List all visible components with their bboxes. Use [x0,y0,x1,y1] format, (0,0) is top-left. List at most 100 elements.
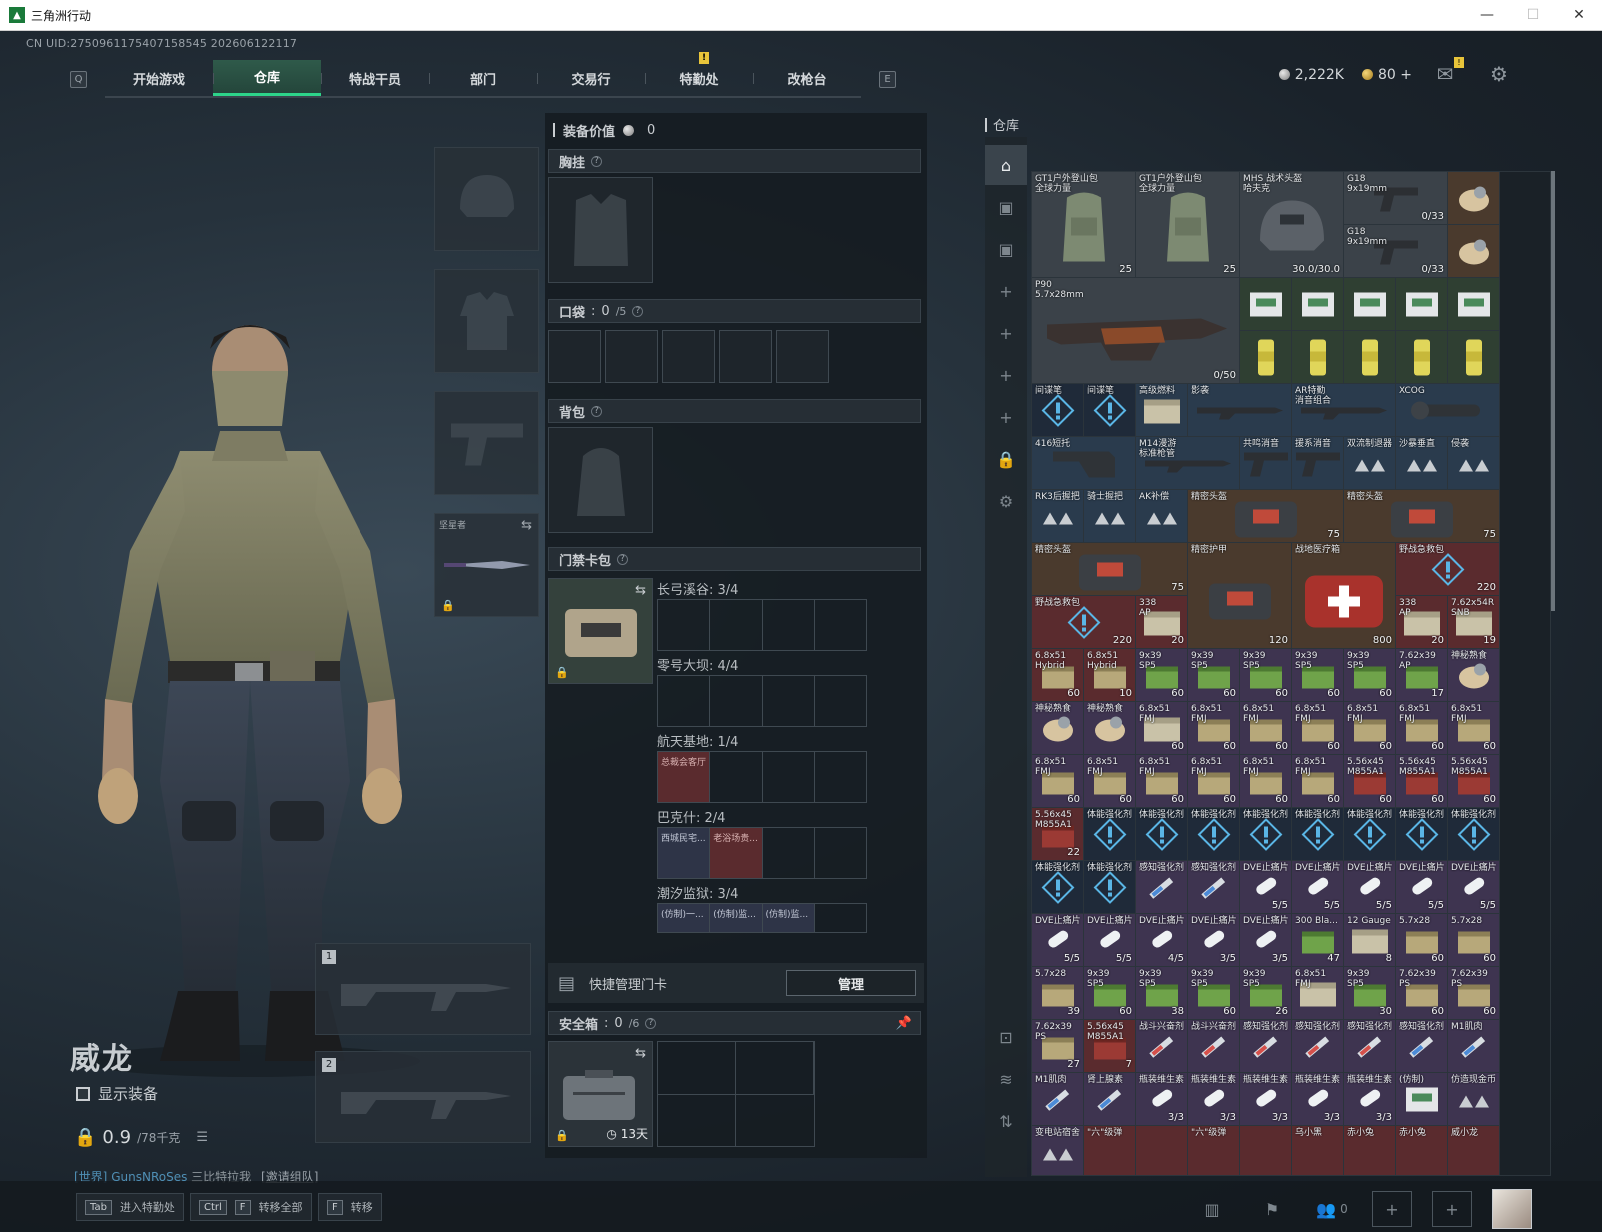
safebox-cell[interactable] [736,1095,814,1147]
manage-button[interactable]: 管理 [786,970,916,996]
flag-icon[interactable]: ⚑ [1252,1191,1292,1227]
keycard-cell[interactable] [763,752,815,802]
storage-item[interactable]: 300 Bla... 47 [1292,914,1344,967]
storage-item[interactable]: DVE止痛片 5/5 [1344,861,1396,914]
storage-item[interactable]: (仿制) [1396,1073,1448,1126]
storage-item[interactable]: 感知强化剂 [1396,1020,1448,1073]
keycard-cell[interactable] [815,600,866,650]
add-storage-tab-icon[interactable]: + [985,313,1027,353]
storage-tab-icon[interactable]: ▣ [985,187,1027,227]
friends-icon[interactable]: 👥 0 [1312,1191,1352,1227]
keycard-cell[interactable]: 总裁会客厅 [658,752,711,802]
storage-item[interactable] [1240,331,1292,384]
show-equipment-checkbox[interactable] [76,1086,90,1101]
storage-home-icon[interactable]: ⌂ [985,145,1027,185]
storage-item[interactable]: 7.62x39 PS 27 [1032,1020,1084,1073]
weight-details-icon[interactable]: ☰ [196,1130,208,1145]
storage-item[interactable]: 338 AP 20 [1396,596,1448,649]
storage-item[interactable]: 体能强化剂 [1032,861,1084,914]
storage-item[interactable]: 7.62x39 PS 60 [1448,967,1500,1020]
storage-item[interactable]: 瓶装维生素 3/3 [1344,1073,1396,1126]
storage-item[interactable]: 6.8x51 FMJ 60 [1084,755,1136,808]
pocket-slot[interactable] [662,330,715,383]
keycard-cell[interactable] [815,904,866,932]
storage-item[interactable]: 9x39 SP5 60 [1188,649,1240,702]
storage-item[interactable]: 6.8x51 FMJ 60 [1396,702,1448,755]
storage-item[interactable]: 6.8x51 FMJ 60 [1448,702,1500,755]
storage-item[interactable]: DVE止痛片 4/5 [1136,914,1188,967]
storage-item[interactable]: 6.8x51 FMJ 60 [1136,702,1188,755]
storage-item[interactable]: DVE止痛片 5/5 [1396,861,1448,914]
keycard-cell[interactable] [763,828,815,878]
storage-lock-icon[interactable]: 🔒 [985,439,1027,479]
storage-item[interactable]: 5.56x45 M855A1 60 [1396,755,1448,808]
storage-item[interactable]: 威小龙 [1448,1126,1500,1175]
storage-item[interactable]: 9x39 SP5 60 [1240,649,1292,702]
storage-tab-icon[interactable]: ▣ [985,229,1027,269]
storage-item[interactable]: 共鸣消音 [1240,437,1292,490]
storage-item[interactable]: 感知强化剂 [1136,861,1188,914]
keycard-cell[interactable] [763,600,815,650]
storage-item[interactable] [1240,1126,1292,1175]
keycard-cell[interactable]: 老浴场贵... [710,828,763,878]
storage-item[interactable] [1136,1126,1188,1175]
tab-department[interactable]: 部门 [429,60,537,96]
storage-item[interactable]: DVE止痛片 5/5 [1032,914,1084,967]
keycard-bag-slot[interactable]: ⇆ 🔒 [548,578,653,684]
keycard-cell[interactable]: (仿制)监... [710,904,763,932]
storage-item[interactable]: M1肌肉 [1032,1073,1084,1126]
keycard-cell[interactable] [763,676,815,726]
settings-gear-icon[interactable]: ⚙ [1486,61,1512,87]
storage-item[interactable]: 9x39 SP5 30 [1344,967,1396,1020]
storage-item[interactable]: 精密头盔 75 [1344,490,1500,543]
storage-item[interactable] [1292,278,1344,331]
melee-slot[interactable]: 坚星者 ⇆ 🔒 [434,513,539,617]
storage-item[interactable]: 9x39 SP5 38 [1136,967,1188,1020]
storage-item[interactable]: 援系消音 [1292,437,1344,490]
storage-item[interactable]: 5.7x28 60 [1448,914,1500,967]
storage-item[interactable] [1344,278,1396,331]
storage-item[interactable] [1448,331,1500,384]
enter-special-ops-hint[interactable]: Tab 进入特勤处 [76,1193,184,1221]
nav-next-key[interactable]: E [879,70,896,88]
player-avatar[interactable] [1492,1189,1532,1229]
storage-item[interactable]: 体能强化剂 [1396,808,1448,861]
safebox-slot[interactable]: ⇆ 🔒 ◷ 13天 [548,1041,653,1147]
storage-item[interactable]: 精密头盔 75 [1188,490,1344,543]
storage-item[interactable]: 9x39 SP5 60 [1084,967,1136,1020]
keycard-cell[interactable] [815,828,866,878]
keycard-cell[interactable] [658,676,711,726]
sort-icon[interactable]: ⇅ [985,1101,1027,1141]
storage-item[interactable]: 感知强化剂 [1292,1020,1344,1073]
keycard-grid[interactable]: 总裁会客厅 [657,751,867,803]
storage-item[interactable]: 赤小兔 [1344,1126,1396,1175]
storage-item[interactable]: 5.56x45 M855A1 22 [1032,808,1084,861]
keycard-cell[interactable] [815,752,866,802]
storage-item[interactable]: 体能强化剂 [1448,808,1500,861]
storage-item[interactable]: 5.56x45 M855A1 60 [1448,755,1500,808]
storage-item[interactable]: 9x39 SP5 60 [1344,649,1396,702]
storage-item[interactable]: 瓶装维生素 3/3 [1292,1073,1344,1126]
storage-item[interactable]: 赤小兔 [1396,1126,1448,1175]
keycard-grid[interactable]: (仿制)一... (仿制)监... (仿制)监... [657,903,867,933]
pistol-slot[interactable] [434,391,539,495]
storage-item[interactable]: 间谍笔 [1084,384,1136,437]
storage-item[interactable]: 体能强化剂 [1136,808,1188,861]
storage-settings-gear-icon[interactable]: ⚙ [985,481,1027,521]
storage-item[interactable]: 侵袭 [1448,437,1500,490]
storage-item[interactable]: 感知强化剂 [1344,1020,1396,1073]
storage-item[interactable]: 6.8x51 FMJ 60 [1240,755,1292,808]
storage-item[interactable]: 5.7x28 39 [1032,967,1084,1020]
storage-item[interactable]: 神秘熟食 [1448,649,1500,702]
storage-item[interactable]: GT1户外登山包 全球力量 25 [1032,172,1136,278]
minimize-button[interactable]: — [1464,0,1510,30]
storage-item[interactable] [1396,278,1448,331]
storage-item[interactable]: 双流制退器 [1344,437,1396,490]
storage-item[interactable]: 精密头盔 75 [1032,543,1188,596]
storage-item[interactable]: 5.7x28 60 [1396,914,1448,967]
storage-item[interactable]: 416短托 [1032,437,1136,490]
storage-item[interactable] [1448,225,1500,278]
add-storage-tab-icon[interactable]: + [985,355,1027,395]
keycard-cell[interactable]: (仿制)监... [762,904,815,932]
storage-item[interactable]: 野战急救包 220 [1396,543,1500,596]
